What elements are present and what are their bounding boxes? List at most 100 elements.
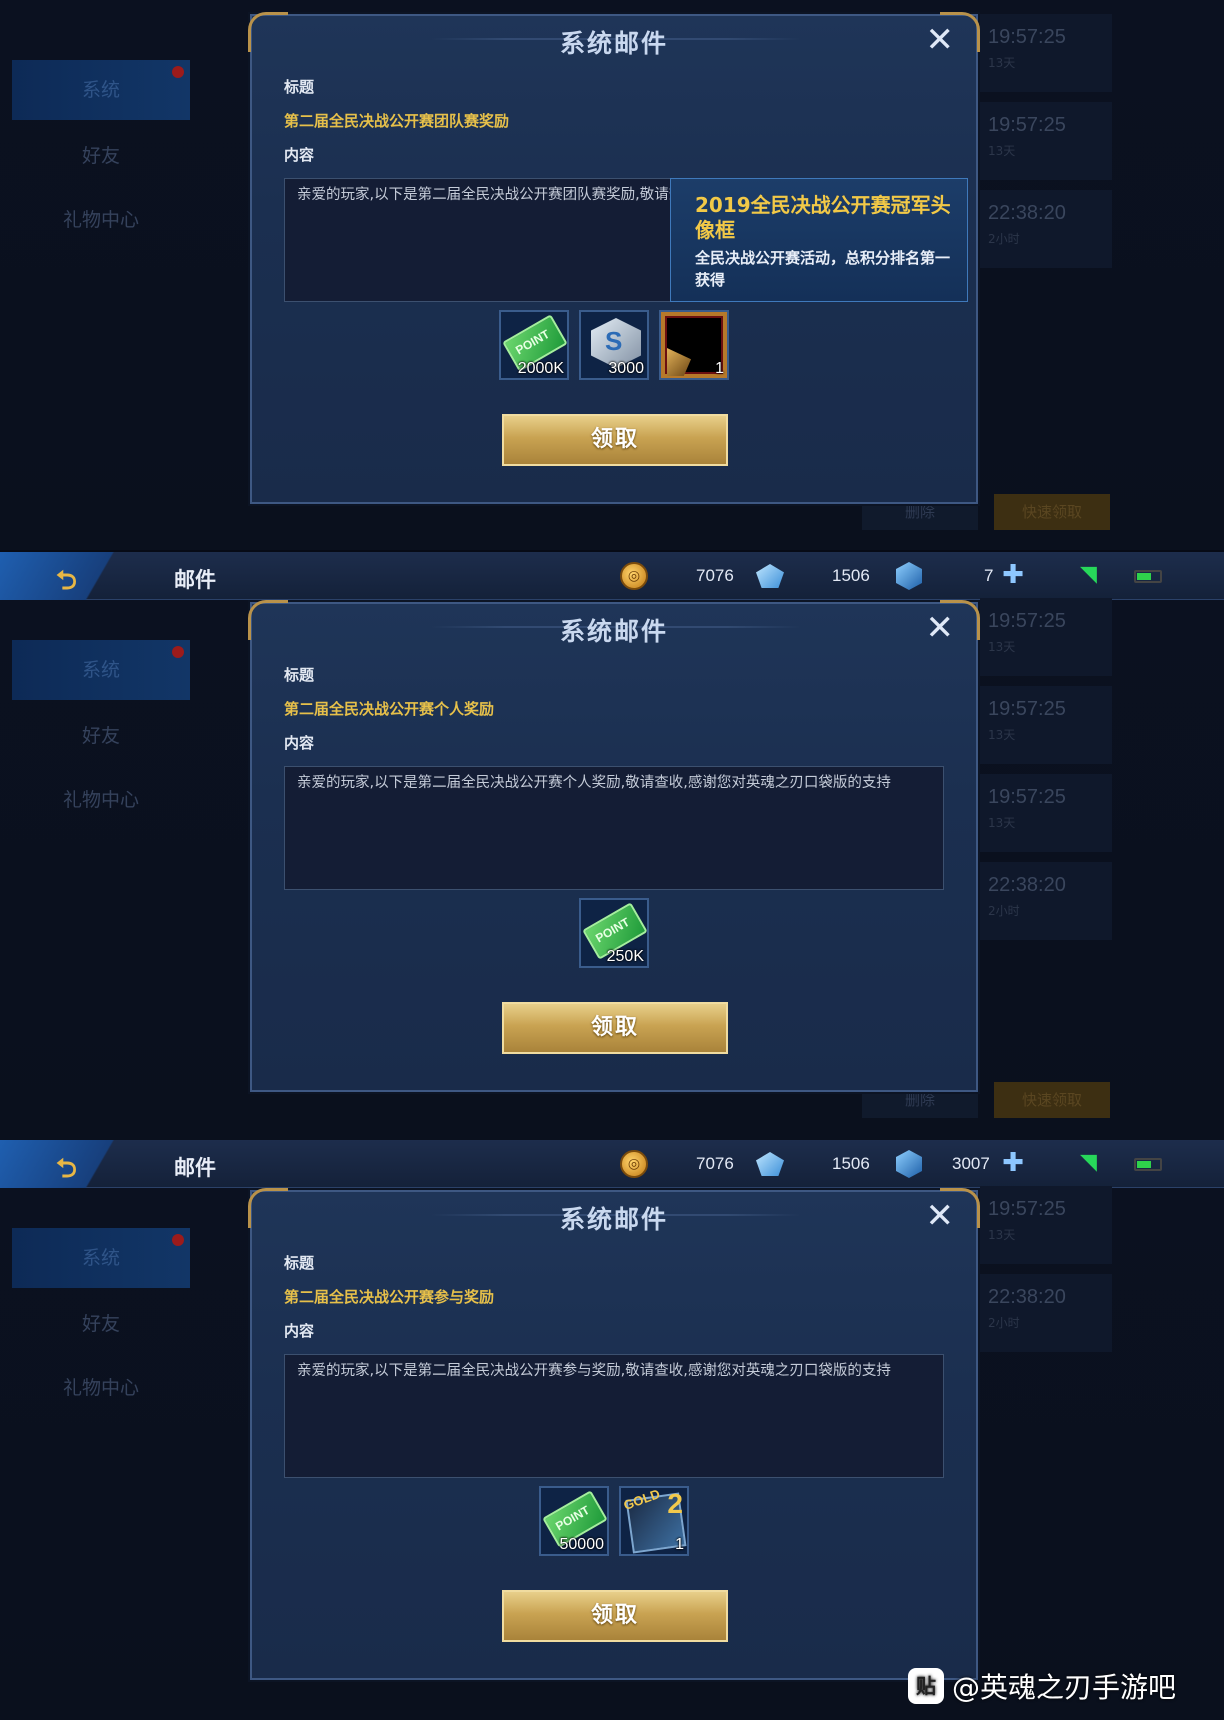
sidebar-item-label: 礼物中心: [62, 209, 139, 231]
subject-label: 标题: [284, 78, 315, 96]
sidebar-item-label: 好友: [81, 1313, 120, 1335]
top-bar: ⮌ 邮件 ◎ 7076 1506 3007 ✚ ◥: [0, 1140, 1224, 1188]
tooltip-description: 全民决战公开赛活动，总积分排名第一获得: [695, 249, 951, 289]
mail-age: 13天: [988, 728, 1016, 742]
mail-time: 22:38:20: [988, 202, 1066, 224]
mail-list-item[interactable]: 22:38:20 2小时: [980, 862, 1112, 940]
watermark-text: @英魂之刃手游吧: [952, 1671, 1177, 1704]
close-icon[interactable]: ✕: [926, 610, 955, 646]
claim-button[interactable]: 领取: [502, 1590, 728, 1642]
content-label: 内容: [284, 146, 315, 164]
close-icon[interactable]: ✕: [926, 1198, 955, 1234]
mail-time: 19:57:25: [988, 698, 1066, 720]
screenshot-panel-1: 系统 好友 礼物中心 19:57:25 13天 19:57:25 13天 22:38…: [0, 0, 1224, 550]
crystal-label: S: [605, 326, 623, 356]
sidebar-item-gift-center[interactable]: 礼物中心: [12, 770, 190, 830]
top-bar: ⮌ 邮件 ◎ 7076 1506 7 ✚ ◥: [0, 552, 1224, 600]
reward-items: POINT 50000 GOLD 2 1: [252, 1486, 976, 1556]
mail-list-item[interactable]: 19:57:25 13天: [980, 686, 1112, 764]
mail-time: 19:57:25: [988, 610, 1066, 632]
voucher-counter: 7: [896, 562, 993, 590]
mail-list-item[interactable]: 19:57:25 13天: [980, 1186, 1112, 1264]
mail-list-item[interactable]: 19:57:25 13天: [980, 102, 1112, 180]
page-title: 邮件: [174, 568, 216, 592]
content-label: 内容: [284, 1322, 315, 1340]
subject-label: 标题: [284, 1254, 315, 1272]
mail-subject: 第二届全民决战公开赛个人奖励: [284, 700, 495, 718]
reward-quantity: 3000: [608, 360, 644, 377]
mail-age: 2小时: [988, 232, 1020, 246]
back-button[interactable]: ⮌: [0, 552, 160, 600]
mail-list-item[interactable]: 22:38:20 2小时: [980, 190, 1112, 268]
tooltip-title: 2019全民决战公开赛冠军头像框: [695, 193, 951, 242]
reward-item-crystal[interactable]: S 3000: [579, 310, 649, 380]
gold-counter: ◎ 7076: [620, 562, 734, 590]
voucher-icon: [896, 562, 922, 590]
gold-counter: ◎ 7076: [620, 1150, 734, 1178]
diamond-counter: 1506: [756, 563, 870, 589]
reward-item-point-ticket[interactable]: POINT 50000: [539, 1486, 609, 1556]
sidebar-item-label: 礼物中心: [62, 789, 139, 811]
gold-coin-icon: ◎: [620, 562, 648, 590]
sidebar-item-friends[interactable]: 好友: [12, 706, 190, 766]
voucher-icon: [896, 1150, 922, 1178]
claim-button[interactable]: 领取: [502, 1002, 728, 1054]
sidebar-item-system[interactable]: 系统: [12, 640, 190, 700]
voucher-counter: 3007: [896, 1150, 990, 1178]
back-arrow-icon: ⮌: [56, 1154, 77, 1184]
sidebar-item-friends[interactable]: 好友: [12, 1294, 190, 1354]
add-currency-icon[interactable]: ✚: [998, 561, 1028, 591]
mail-list-item[interactable]: 19:57:25 13天: [980, 14, 1112, 92]
sidebar-item-system[interactable]: 系统: [12, 1228, 190, 1288]
reward-item-gold-double-card[interactable]: GOLD 2 1: [619, 1486, 689, 1556]
sidebar-item-label: 好友: [81, 145, 120, 167]
battery-icon: [1134, 1158, 1162, 1171]
sidebar-item-gift-center[interactable]: 礼物中心: [12, 190, 190, 250]
quick-claim-button[interactable]: 快速领取: [994, 1082, 1110, 1118]
close-icon[interactable]: ✕: [926, 22, 955, 58]
diamond-value: 1506: [832, 1154, 870, 1173]
reward-items: POINT 2000K S 3000 1: [252, 310, 976, 380]
reward-item-point-ticket[interactable]: POINT 2000K: [499, 310, 569, 380]
notification-dot: [172, 66, 184, 78]
mail-list-item[interactable]: 22:38:20 2小时: [980, 1274, 1112, 1352]
wifi-icon: ◥: [1080, 562, 1097, 587]
item-tooltip: 2019全民决战公开赛冠军头像框 全民决战公开赛活动，总积分排名第一获得: [670, 178, 968, 302]
dialog-title: 系统邮件: [559, 1205, 668, 1234]
reward-item-point-ticket[interactable]: POINT 250K: [579, 898, 649, 968]
reward-quantity: 1: [675, 1536, 684, 1553]
reward-quantity: 250K: [606, 948, 644, 965]
content-label: 内容: [284, 734, 315, 752]
reward-items: POINT 250K: [252, 898, 976, 968]
diamond-counter: 1506: [756, 1151, 870, 1177]
sidebar-item-friends[interactable]: 好友: [12, 126, 190, 186]
sidebar-item-gift-center[interactable]: 礼物中心: [12, 1358, 190, 1418]
mail-content-box: 亲爱的玩家,以下是第二届全民决战公开赛参与奖励,敬请查收,感谢您对英魂之刃口袋版…: [284, 1354, 944, 1478]
dialog-title: 系统邮件: [559, 617, 668, 646]
mail-subject: 第二届全民决战公开赛参与奖励: [284, 1288, 495, 1306]
mail-time: 19:57:25: [988, 114, 1066, 136]
reward-quantity: 2000K: [517, 360, 564, 377]
mail-time: 22:38:20: [988, 874, 1066, 896]
reward-quantity: 50000: [559, 1536, 605, 1553]
mail-content: 亲爱的玩家,以下是第二届全民决战公开赛参与奖励,敬请查收,感谢您对英魂之刃口袋版…: [297, 1363, 891, 1379]
mail-age: 13天: [988, 1228, 1016, 1242]
dragon-ornament-icon: [667, 348, 691, 376]
page-title: 邮件: [174, 1156, 216, 1180]
diamond-value: 1506: [832, 566, 870, 585]
mail-age: 13天: [988, 56, 1016, 70]
system-mail-dialog: 系统邮件 ✕ 标题 第二届全民决战公开赛参与奖励 内容 亲爱的玩家,以下是第二届…: [248, 1188, 980, 1680]
ticket-label: POINT: [553, 1502, 592, 1534]
mail-age: 13天: [988, 640, 1016, 654]
mail-list-item[interactable]: 19:57:25 13天: [980, 598, 1112, 676]
claim-button[interactable]: 领取: [502, 414, 728, 466]
sidebar-item-system[interactable]: 系统: [12, 60, 190, 120]
mail-age: 2小时: [988, 1316, 1020, 1330]
reward-item-avatar-frame[interactable]: 1: [659, 310, 729, 380]
add-currency-icon[interactable]: ✚: [998, 1149, 1028, 1179]
quick-claim-button[interactable]: 快速领取: [994, 494, 1110, 530]
back-button[interactable]: ⮌: [0, 1140, 160, 1188]
mail-list-item[interactable]: 19:57:25 13天: [980, 774, 1112, 852]
notification-dot: [172, 646, 184, 658]
mail-content: 亲爱的玩家,以下是第二届全民决战公开赛个人奖励,敬请查收,感谢您对英魂之刃口袋版…: [297, 775, 891, 791]
